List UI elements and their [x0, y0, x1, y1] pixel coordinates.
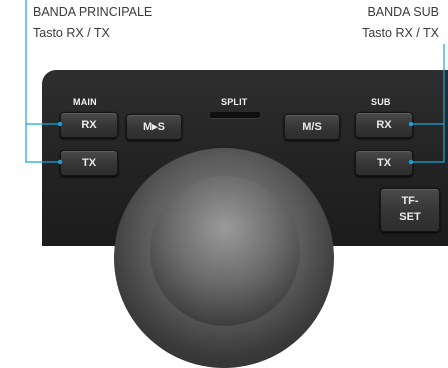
main-rx-callout-dot	[57, 121, 63, 127]
sub-rx-callout-dot	[408, 121, 414, 127]
main-tx-callout-dot	[57, 159, 63, 165]
sub-tx-callout-dot	[408, 159, 414, 165]
callout-lines	[25, 0, 445, 165]
sub-callout-line	[411, 44, 445, 163]
main-callout-line	[25, 0, 60, 163]
